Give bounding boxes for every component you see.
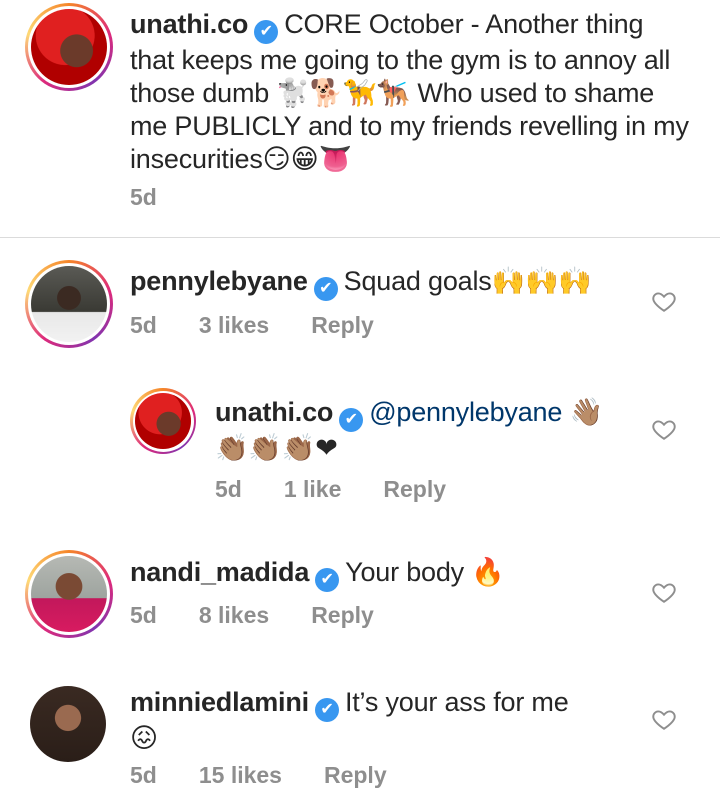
comment-likes[interactable]: 8 likes [199, 602, 269, 629]
comment-body: Squad goals🙌🙌🙌 [343, 266, 592, 296]
comment-meta: 5d 8 likes Reply [130, 602, 416, 629]
comment-row: pennylebyane ✔ Squad goals🙌🙌🙌 5d 3 likes R… [0, 260, 720, 360]
caption-username[interactable]: unathi.co [130, 9, 248, 39]
comment-emoji: 😖 [130, 723, 158, 753]
reply-button[interactable]: Reply [383, 476, 446, 503]
comment-meta: 5d 15 likes Reply [130, 762, 429, 789]
reply-username[interactable]: unathi.co [215, 397, 333, 427]
comment-row: minniedlamini ✔ It’s your ass for me 😖 5d … [0, 682, 720, 788]
heart-outline-icon[interactable] [651, 579, 677, 605]
comment-text: minniedlamini ✔ It’s your ass for me 😖 [130, 686, 630, 755]
heart-outline-icon[interactable] [651, 706, 677, 732]
comment-avatar[interactable] [25, 550, 113, 638]
mention-link[interactable]: @pennylebyane [369, 397, 562, 427]
comment-body: Your body 🔥 [345, 557, 505, 587]
heart-outline-icon[interactable] [651, 288, 677, 314]
comment-time: 5d [130, 602, 157, 628]
reply-time: 5d [215, 476, 242, 502]
verified-badge-icon: ✔ [254, 20, 279, 44]
avatar-photo [31, 556, 107, 632]
heart-outline-icon[interactable] [651, 416, 677, 442]
comment-row: nandi_madida ✔ Your body 🔥 5d 8 likes Repl… [0, 550, 720, 650]
avatar-photo [31, 9, 107, 85]
comment-text: nandi_madida ✔ Your body 🔥 [130, 556, 630, 592]
comment-text: pennylebyane ✔ Squad goals🙌🙌🙌 [130, 265, 660, 301]
verified-badge-icon: ✔ [315, 568, 340, 592]
comment-time: 5d [130, 312, 157, 338]
reply-avatar[interactable] [130, 388, 196, 454]
comment-username[interactable]: minniedlamini [130, 687, 309, 717]
comment-avatar[interactable] [25, 260, 113, 348]
caption-text: unathi.co ✔ CORE October - Another thing t… [130, 8, 690, 176]
comment-username[interactable]: nandi_madida [130, 557, 309, 587]
comment-body: It’s your ass for me [344, 687, 569, 717]
verified-badge-icon: ✔ [313, 277, 338, 301]
caption-avatar[interactable] [25, 3, 113, 91]
reply-button[interactable]: Reply [311, 602, 374, 629]
reply-meta: 5d 1 like Reply [215, 476, 488, 503]
comment-likes[interactable]: 15 likes [199, 762, 282, 789]
reply-button[interactable]: Reply [311, 312, 374, 339]
caption-time: 5d [130, 184, 157, 210]
avatar-photo [31, 266, 107, 342]
reply-likes[interactable]: 1 like [284, 476, 342, 503]
caption-row: unathi.co ✔ CORE October - Another thing t… [0, 0, 720, 237]
divider [0, 237, 720, 238]
comment-likes[interactable]: 3 likes [199, 312, 269, 339]
caption-meta: 5d [130, 184, 199, 211]
avatar-photo [135, 393, 191, 449]
comment-meta: 5d 3 likes Reply [130, 312, 416, 339]
reply-button[interactable]: Reply [324, 762, 387, 789]
verified-badge-icon: ✔ [314, 698, 339, 722]
reply-row: unathi.co ✔ @pennylebyane 👋🏽👏🏽👏🏽👏🏽❤ 5d 1 l… [0, 388, 720, 508]
verified-badge-icon: ✔ [339, 408, 364, 432]
comment-username[interactable]: pennylebyane [130, 266, 308, 296]
reply-text: unathi.co ✔ @pennylebyane 👋🏽👏🏽👏🏽👏🏽❤ [215, 396, 635, 465]
comment-time: 5d [130, 762, 157, 788]
comment-avatar[interactable] [30, 686, 106, 762]
